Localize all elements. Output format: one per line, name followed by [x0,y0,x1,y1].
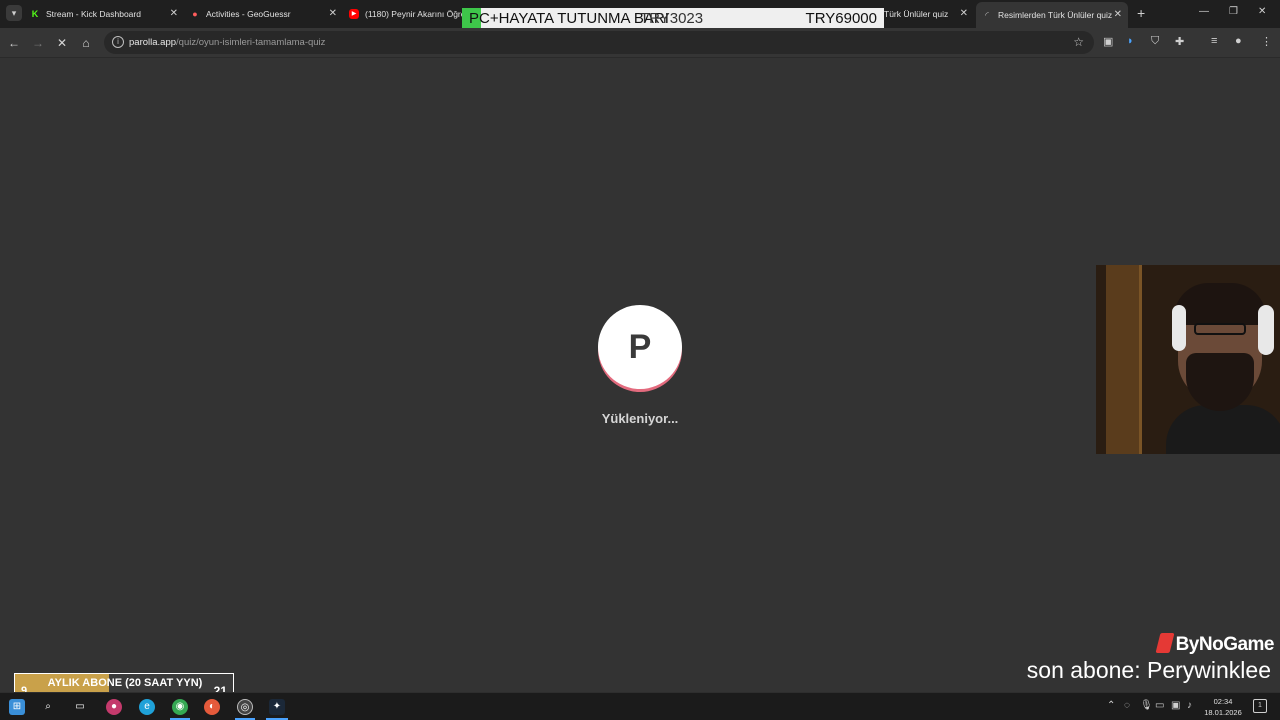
headphone-left [1172,305,1186,351]
brand-text: ByNoGame [1175,634,1275,655]
streamer-glasses [1194,323,1246,335]
obs-icon[interactable]: ◎ [237,699,253,715]
bynogame-logo-icon [1155,633,1175,653]
forward-icon[interactable]: → [30,35,46,51]
url-domain: parolla.app [129,37,177,48]
goal-current: TRY3023 [640,10,704,27]
tab-title: Activities - GeoGuessr [206,9,291,19]
last-subscriber-text: son abone: Perywinklee [1026,657,1271,683]
webcam-feed [1096,265,1280,454]
microphone-icon[interactable]: 🎙 [1140,700,1153,711]
tab-youtube[interactable]: ▶ (1180) Peynir Akarını Öğren [349,4,462,24]
parolla-logo: P [598,305,682,389]
streamer-hair [1174,283,1266,325]
stop-loading-icon[interactable]: ✕ [54,35,70,51]
app-icon[interactable]: ● [106,699,122,715]
tab-title: Türk Ünlüler quiz [884,9,949,19]
steam-icon[interactable]: ✦ [269,699,285,715]
new-tab-icon[interactable]: + [1137,5,1145,21]
shield-icon[interactable]: ⛉ [1151,35,1159,48]
extensions-icon[interactable]: ✚ [1175,35,1184,48]
start-icon[interactable]: ⊞ [9,699,25,715]
goal-target: TRY69000 [805,10,877,27]
stream-goal-bar: PC+HAYATA TUTUNMA BARI TRY3023 TRY69000 [462,8,884,29]
loading-icon: ◜ [985,10,989,20]
restore-icon[interactable]: ❐ [1229,6,1238,17]
volume-icon[interactable]: ♪ [1187,700,1192,711]
bynogame-brand: ByNoGame [1140,633,1275,656]
headphone-right [1258,305,1274,355]
system-clock[interactable]: 02:34 18.01.2026 [1198,696,1248,718]
background-door [1106,265,1142,454]
sub-goal-label: AYLIK ABONE (20 SAAT YYN) [47,677,203,689]
tab-title: Resimlerden Türk Ünlüler quiz [998,10,1113,20]
clock-time: 02:34 [1213,697,1233,706]
geoguessr-icon: ● [192,9,198,19]
windows-taskbar: ⊞ ⌕ ▭ ● e ◉ ◐ ◎ ✦ ⌃ ◌ 🎙 ▭ ▣ ♪ 02:34 18.0… [0,692,1280,720]
kick-icon: K [31,9,39,19]
back-icon[interactable]: ← [6,35,22,51]
close-tab-icon[interactable]: ✕ [170,8,178,19]
tab-title: Stream - Kick Dashboard [46,9,141,19]
bookmark-star-icon[interactable]: ☆ [1073,35,1084,49]
close-tab-icon[interactable]: ✕ [1114,9,1122,20]
tray-app-icon[interactable]: ◌ [1124,700,1130,711]
site-info-icon[interactable]: i [112,36,124,48]
streamer-beard [1186,353,1254,411]
home-icon[interactable]: ⌂ [78,35,94,51]
youtube-icon: ▶ [349,9,359,19]
tab-turk-unluler-quiz[interactable]: Türk Ünlüler quiz ✕ [884,4,968,24]
profile-avatar-icon[interactable]: ● [1235,35,1242,47]
edge-icon[interactable]: e [139,699,155,715]
notification-center-icon[interactable]: 1 [1253,699,1267,713]
browser-toolbar: ← → ✕ ⌂ i parolla.app/quiz/oyun-isimleri… [0,28,1280,58]
tab-resimlerden-turk-unluler-quiz[interactable]: ◜ Resimlerden Türk Ünlüler quiz ✕ [976,2,1128,28]
menu-icon[interactable]: ⋮ [1261,35,1272,48]
loading-text: Yükleniyor... [601,411,679,426]
clock-date: 18.01.2026 [1204,708,1242,717]
goal-label: PC+HAYATA TUTUNMA BARI [469,10,669,27]
network-icon[interactable]: ▣ [1171,700,1180,711]
close-window-icon[interactable]: ✕ [1258,6,1266,17]
screenshot-extension-icon[interactable]: ▣ [1103,35,1113,48]
tab-geoguessr[interactable]: ● Activities - GeoGuessr ✕ [190,4,337,24]
media-controls-icon[interactable]: ≡ [1211,35,1217,47]
read-aloud-icon[interactable]: ◗ [1127,35,1134,47]
close-tab-icon[interactable]: ✕ [960,8,968,19]
tab-title: (1180) Peynir Akarını Öğren [365,9,462,19]
firefox-icon[interactable]: ◐ [204,699,220,715]
battery-icon[interactable]: ▭ [1155,700,1164,711]
tab-search-button[interactable]: ▾ [6,5,22,21]
url-path: /quiz/oyun-isimleri-tamamlama-quiz [176,37,326,48]
search-icon[interactable]: ⌕ [40,699,56,715]
url-text[interactable]: parolla.app/quiz/oyun-isimleri-tamamlama… [129,37,325,48]
address-bar[interactable]: i parolla.app/quiz/oyun-isimleri-tamamla… [104,31,1094,54]
close-tab-icon[interactable]: ✕ [329,8,337,19]
chrome-icon[interactable]: ◉ [172,699,188,715]
tray-chevron-icon[interactable]: ⌃ [1107,700,1115,711]
task-view-icon[interactable]: ▭ [72,699,88,715]
minimize-icon[interactable]: — [1199,6,1209,17]
tab-kick-dashboard[interactable]: K Stream - Kick Dashboard ✕ [30,4,178,24]
streamer-shirt [1166,405,1280,454]
